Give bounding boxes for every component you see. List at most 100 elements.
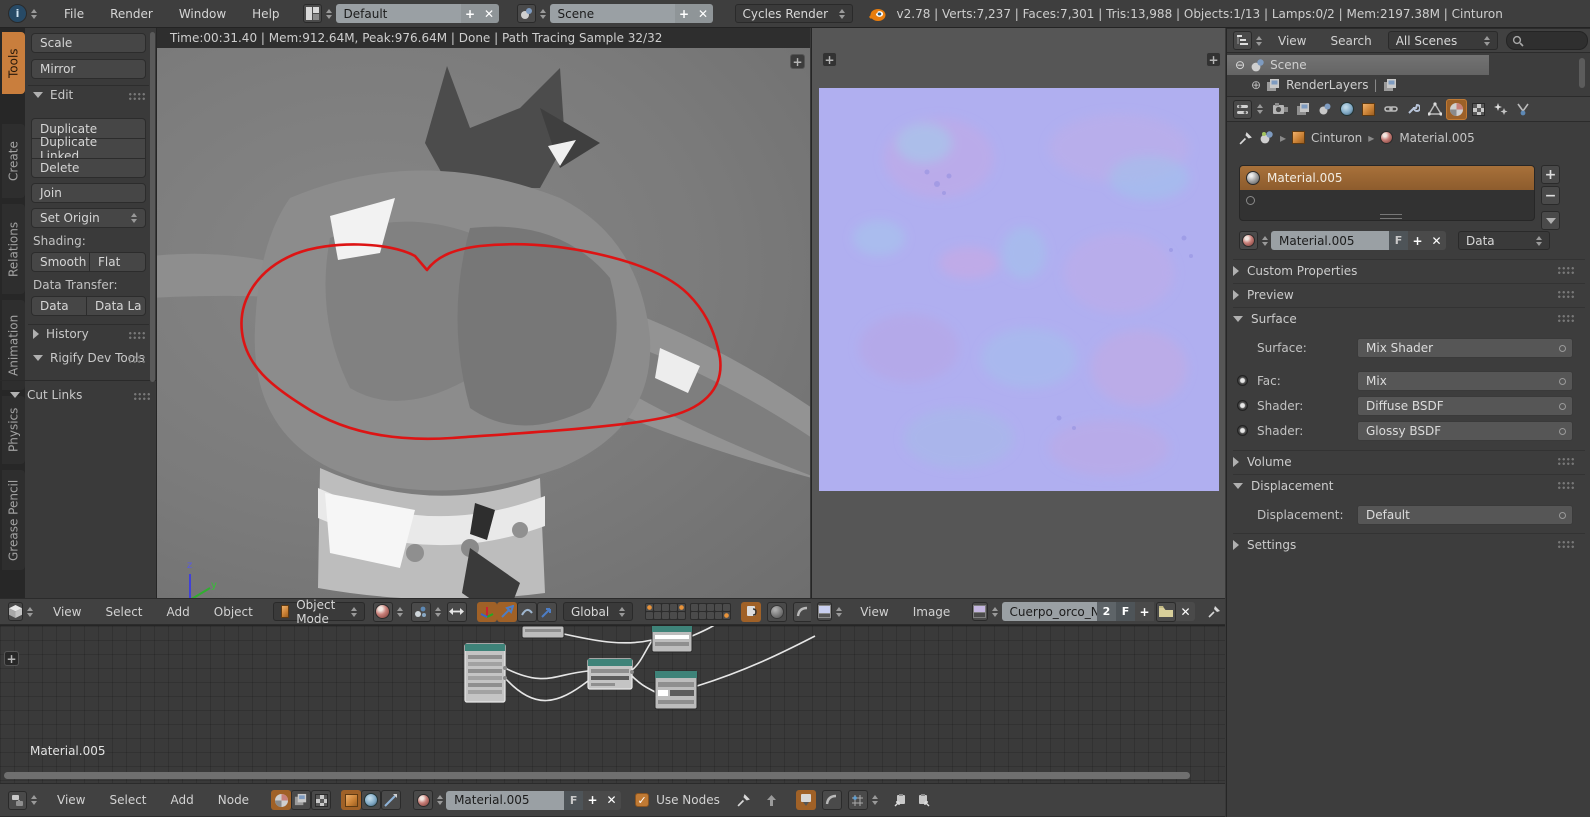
tab-physics[interactable] [1512,99,1533,120]
image-new-button[interactable]: + [1135,602,1154,621]
node-editor-hscrollbar[interactable] [4,772,1190,779]
panel-grip[interactable] [1557,540,1574,549]
scene-name-field[interactable]: Scene [550,4,675,23]
surface-shader-dropdown[interactable]: Mix Shader [1357,338,1573,358]
slot-add-button[interactable]: + [1541,165,1560,184]
properties-region-expand-button[interactable]: + [1206,52,1221,67]
panel-grip[interactable] [1557,457,1574,466]
node-material-stepper[interactable] [437,795,443,805]
data-transfer-data-button[interactable]: Data [31,296,86,316]
scale-button[interactable]: Scale [31,33,146,53]
fac-dropdown[interactable]: Mix [1357,371,1573,391]
proportional-edit-icon[interactable] [767,602,787,622]
paste-nodes-icon[interactable] [914,790,934,810]
shader2-dropdown[interactable]: Glossy BSDF [1357,421,1573,441]
menu-window[interactable]: Window [166,7,239,21]
edit-panel-header[interactable]: Edit [33,88,73,102]
info-editor-icon[interactable]: i [8,4,27,23]
object-context-icon[interactable] [1292,131,1305,144]
node-menu-select[interactable]: Select [97,793,158,807]
shader-type-world-icon[interactable] [361,790,381,810]
go-to-parent-node-icon[interactable] [762,790,782,810]
material-name-field[interactable]: Material.005 [1271,231,1389,250]
tree-type-compositing-icon[interactable] [291,790,311,810]
layers-grid-2[interactable] [690,603,731,620]
toolbar-region-expand-button[interactable]: + [4,651,19,666]
layout-add-button[interactable]: + [461,4,480,23]
menu-help[interactable]: Help [239,7,292,21]
shading-stepper[interactable] [397,607,403,617]
uv-menu-image[interactable]: Image [901,605,963,619]
viewport-shading-icon[interactable] [373,602,393,622]
breadcrumb-object[interactable]: Cinturon [1311,131,1362,145]
redo-panel-header[interactable]: Cut Links [10,388,82,402]
delete-button[interactable]: Delete [31,158,146,178]
material-unlink-button[interactable]: ✕ [1427,231,1446,250]
pin-icon[interactable] [1239,131,1253,145]
slot-remove-button[interactable]: − [1541,186,1560,205]
tab-create[interactable]: Create [2,124,25,198]
tab-grease-pencil[interactable]: Grease Pencil [2,470,25,570]
node-menu-view[interactable]: View [45,793,97,807]
image-name-field[interactable]: Cuerpo_orco_Norm... [1002,602,1097,621]
panel-grip[interactable] [1557,266,1574,275]
node-menu-node[interactable]: Node [206,793,261,807]
tab-material[interactable] [1446,99,1467,120]
pivot-stepper[interactable] [435,607,441,617]
viewport-menu-add[interactable]: Add [155,605,202,619]
layout-delete-button[interactable]: ✕ [480,4,499,23]
mirror-button[interactable]: Mirror [31,59,146,79]
tab-particles[interactable] [1490,99,1511,120]
panel-grip[interactable] [1557,481,1574,490]
toolbar-region-expand-button[interactable]: + [822,52,837,67]
panel-grip[interactable] [128,331,145,340]
manipulator-scale-icon[interactable] [537,602,557,622]
tab-render[interactable] [1270,99,1291,120]
outliner-search-input[interactable] [1506,31,1588,50]
outliner-scrollbar[interactable] [1579,58,1585,88]
material-fake-user-button[interactable]: F [1389,231,1408,250]
tab-constraints[interactable] [1380,99,1401,120]
snap-icon[interactable] [822,790,842,810]
material-add-button[interactable]: + [1408,231,1427,250]
outliner-item-scene[interactable]: ⊖ Scene [1227,55,1489,75]
shader-type-object-icon[interactable] [341,790,361,810]
panel-grip[interactable] [1557,314,1574,323]
image-unlink-button[interactable]: ✕ [1176,602,1195,621]
outliner-filter-dropdown[interactable]: All Scenes [1388,31,1498,50]
viewport-editor-type-icon[interactable] [8,602,23,621]
node-material-browse-icon[interactable] [413,790,433,810]
material-slot-selected[interactable]: Material.005 [1240,166,1534,190]
preview-panel[interactable]: Preview [1233,285,1585,304]
tool-shelf-scrollbar[interactable] [150,32,155,382]
tab-render-layers[interactable] [1292,99,1313,120]
tab-texture[interactable] [1468,99,1489,120]
pin-icon[interactable] [734,790,754,810]
panel-grip[interactable] [1557,290,1574,299]
properties-region-expand-button[interactable]: + [790,54,805,69]
material-browse-icon[interactable] [1239,231,1258,250]
node-editor-stepper[interactable] [31,795,37,805]
material-context-icon[interactable] [1380,131,1393,144]
render-engine-dropdown[interactable]: Cycles Render [735,4,853,23]
surface-panel[interactable]: Surface [1233,309,1585,328]
image-users-count[interactable]: 2 [1097,602,1116,621]
tab-data[interactable] [1424,99,1445,120]
displacement-panel[interactable]: Displacement [1233,476,1585,495]
properties-stepper[interactable] [1257,104,1263,114]
panel-grip[interactable] [128,92,145,101]
join-button[interactable]: Join [31,183,146,203]
slot-specials-button[interactable] [1541,211,1560,230]
shader1-dropdown[interactable]: Diffuse BSDF [1357,396,1573,416]
volume-panel[interactable]: Volume [1233,452,1585,471]
viewport-menu-object[interactable]: Object [202,605,265,619]
screen-layout-icon[interactable] [303,4,322,23]
tree-type-texture-icon[interactable] [311,790,331,810]
outliner-stepper[interactable] [1256,36,1262,46]
uv-editor-type-icon[interactable] [817,602,832,621]
pivot-point-icon[interactable] [411,602,431,622]
shade-smooth-button[interactable]: Smooth [31,252,89,272]
snap-stepper[interactable] [872,795,878,805]
list-resize-grip[interactable] [1380,214,1402,219]
mode-dropdown[interactable]: Object Mode [273,602,365,621]
